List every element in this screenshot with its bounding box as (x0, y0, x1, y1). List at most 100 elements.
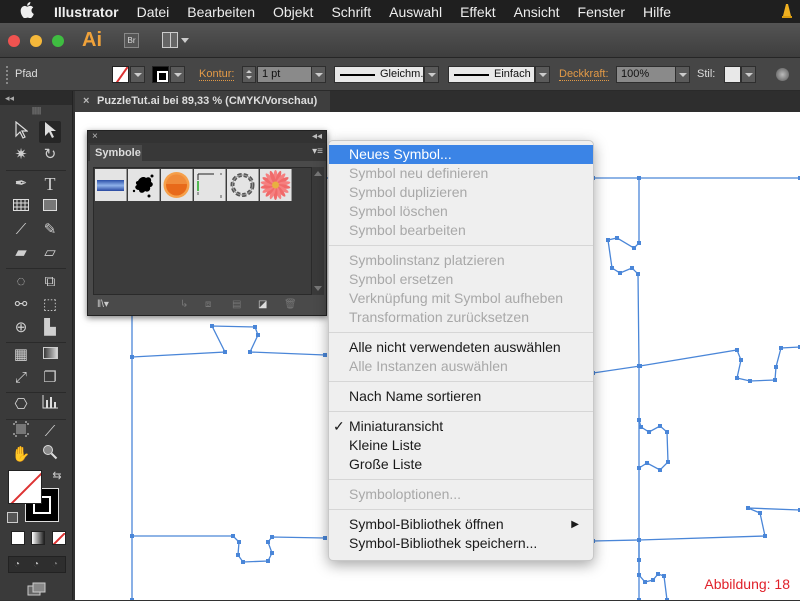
menu-item-symbol-bibliothek-öffnen[interactable]: Symbol-Bibliothek öffnen ▶ (329, 515, 593, 534)
stroke-panel-link[interactable]: Kontur: (199, 68, 235, 81)
menu-item-neues-symbol[interactable]: Neues Symbol... (329, 145, 593, 164)
scroll-up-icon[interactable] (314, 171, 322, 176)
place-symbol-instance-icon[interactable]: ↳ (180, 299, 188, 310)
symbol-blue-banner[interactable] (95, 169, 127, 201)
stroke-weight-dropdown[interactable] (311, 66, 326, 83)
magic-wand-tool-icon[interactable]: ✷ (10, 144, 32, 166)
apple-menu-icon[interactable] (20, 1, 40, 22)
menu-item-miniaturansicht[interactable]: ✓ Miniaturansicht (329, 417, 593, 436)
stroke-color-swatch[interactable] (152, 66, 169, 83)
type-tool-icon[interactable]: T (39, 173, 61, 195)
column-graph-tool-icon[interactable] (39, 394, 61, 416)
document-tab[interactable]: × PuzzleTut.ai bei 89,33 % (CMYK/Vorscha… (75, 91, 330, 112)
zoom-window-button[interactable] (52, 35, 64, 47)
color-mode-button[interactable] (11, 531, 25, 545)
stroke-dropdown-button[interactable] (170, 66, 185, 83)
zoom-tool-icon[interactable] (39, 444, 61, 466)
direct-selection-tool-icon[interactable] (39, 121, 61, 143)
variable-width-profile-select[interactable]: Gleichm. (334, 66, 424, 83)
opacity-dropdown[interactable] (675, 66, 690, 83)
collapse-tools-icon[interactable]: ◂◂ (0, 91, 72, 105)
opacity-panel-link[interactable]: Deckkraft: (559, 68, 609, 81)
tools-grip[interactable]: |||||||| (0, 105, 72, 117)
symbol-gerbera-flower[interactable] (260, 169, 292, 201)
recolor-artwork-icon[interactable] (776, 68, 789, 81)
menu-item-große-liste[interactable]: Große Liste (329, 455, 593, 474)
line-segment-grid-tool-icon[interactable] (10, 196, 32, 218)
opacity-field[interactable]: 100% (616, 66, 676, 83)
slice-tool-icon[interactable]: ⟋ (39, 421, 61, 443)
panel-header[interactable]: × ◂◂ (88, 131, 326, 143)
menu-illustrator[interactable]: Illustrator (54, 4, 119, 20)
blob-brush-tool-icon[interactable]: ▰ (10, 242, 32, 264)
artboard-tool-icon[interactable] (10, 421, 32, 443)
menu-hilfe[interactable]: Hilfe (643, 4, 671, 20)
fill-color-box[interactable] (8, 470, 42, 504)
chevron-down-icon[interactable] (181, 38, 189, 43)
swap-fill-stroke-icon[interactable]: ⇆ (46, 465, 68, 487)
eyedropper-tool-icon[interactable]: ⤢ (10, 367, 32, 389)
menu-fenster[interactable]: Fenster (578, 4, 625, 20)
menu-effekt[interactable]: Effekt (460, 4, 496, 20)
brush-definition-select[interactable]: Einfach (448, 66, 535, 83)
grip-handle[interactable] (6, 66, 8, 84)
scale-tool-icon[interactable]: ⧉ (39, 271, 61, 293)
symbol-options-icon[interactable]: ▤ (232, 299, 241, 310)
draw-inside-icon[interactable]: ◔ (52, 559, 58, 570)
menu-bearbeiten[interactable]: Bearbeiten (187, 4, 255, 20)
free-transform-tool-icon[interactable]: ⬚ (39, 294, 61, 316)
gradient-mode-button[interactable] (31, 531, 45, 545)
default-fill-stroke-icon[interactable] (7, 512, 18, 523)
close-tab-icon[interactable]: × (83, 91, 89, 112)
symbol-libraries-menu-icon[interactable]: ‖\▾ (97, 299, 109, 310)
new-symbol-icon[interactable]: ◪ (258, 299, 267, 310)
collapse-panel-icon[interactable]: ◂◂ (312, 131, 322, 143)
stroke-weight-field[interactable]: 1 pt (257, 66, 312, 83)
menu-item-nach-name-sortieren[interactable]: Nach Name sortieren (329, 387, 593, 406)
hand-tool-icon[interactable]: ✋ (10, 444, 32, 466)
minimize-window-button[interactable] (30, 35, 42, 47)
draw-behind-icon[interactable]: ◔ (33, 559, 39, 570)
symbol-ink-splat[interactable] (128, 169, 160, 201)
paintbrush-tool-icon[interactable]: ⟋ (10, 219, 32, 241)
rotate-tool-icon[interactable]: ◌ (10, 271, 32, 293)
menu-schrift[interactable]: Schrift (331, 4, 371, 20)
stroke-weight-stepper[interactable] (242, 66, 256, 83)
selection-tool-icon[interactable] (10, 120, 32, 143)
panel-menu-icon[interactable]: ▾≡ (312, 146, 323, 157)
mesh-tool-icon[interactable]: ▦ (10, 344, 32, 366)
draw-normal-icon[interactable]: ◔ (14, 559, 20, 570)
shape-builder-tool-icon[interactable]: ⊕ (10, 317, 32, 339)
symbol-corner-marks[interactable] (194, 169, 226, 201)
arrange-documents-icon[interactable] (162, 32, 178, 48)
screen-mode-icon[interactable] (27, 582, 47, 596)
pen-tool-icon[interactable]: ✒ (10, 173, 32, 195)
menu-item-symbol-bibliothek-speichern[interactable]: Symbol-Bibliothek speichern... (329, 534, 593, 553)
menu-item-alle-nicht-verwendeten-auswählen[interactable]: Alle nicht verwendeten auswählen (329, 338, 593, 357)
brush-dropdown[interactable] (535, 66, 550, 83)
scroll-down-icon[interactable] (314, 286, 322, 291)
break-link-icon[interactable]: ⧈ (205, 299, 211, 310)
eraser-tool-icon[interactable]: ▱ (39, 242, 61, 264)
symbols-scrollbar[interactable] (312, 167, 324, 295)
close-window-button[interactable] (8, 35, 20, 47)
delete-symbol-icon[interactable]: 🗑 (284, 299, 297, 310)
symbol-orange-button[interactable] (161, 169, 193, 201)
fill-dropdown-button[interactable] (130, 66, 145, 83)
close-panel-icon[interactable]: × (92, 131, 98, 142)
menu-auswahl[interactable]: Auswahl (389, 4, 442, 20)
menu-item-kleine-liste[interactable]: Kleine Liste (329, 436, 593, 455)
style-dropdown[interactable] (741, 66, 756, 83)
none-mode-button[interactable] (52, 531, 66, 545)
fill-color-swatch[interactable] (112, 66, 129, 83)
lasso-tool-icon[interactable]: ↻ (39, 144, 61, 166)
bridge-button[interactable]: Br (124, 33, 139, 48)
menu-ansicht[interactable]: Ansicht (514, 4, 560, 20)
menu-objekt[interactable]: Objekt (273, 4, 313, 20)
profile-dropdown[interactable] (424, 66, 439, 83)
tab-symbole[interactable]: Symbole (90, 145, 142, 161)
menu-datei[interactable]: Datei (137, 4, 170, 20)
width-tool-icon[interactable]: ⚯ (10, 294, 32, 316)
pencil-tool-icon[interactable]: ✎ (39, 219, 61, 241)
perspective-grid-tool-icon[interactable]: ▙ (39, 317, 61, 339)
